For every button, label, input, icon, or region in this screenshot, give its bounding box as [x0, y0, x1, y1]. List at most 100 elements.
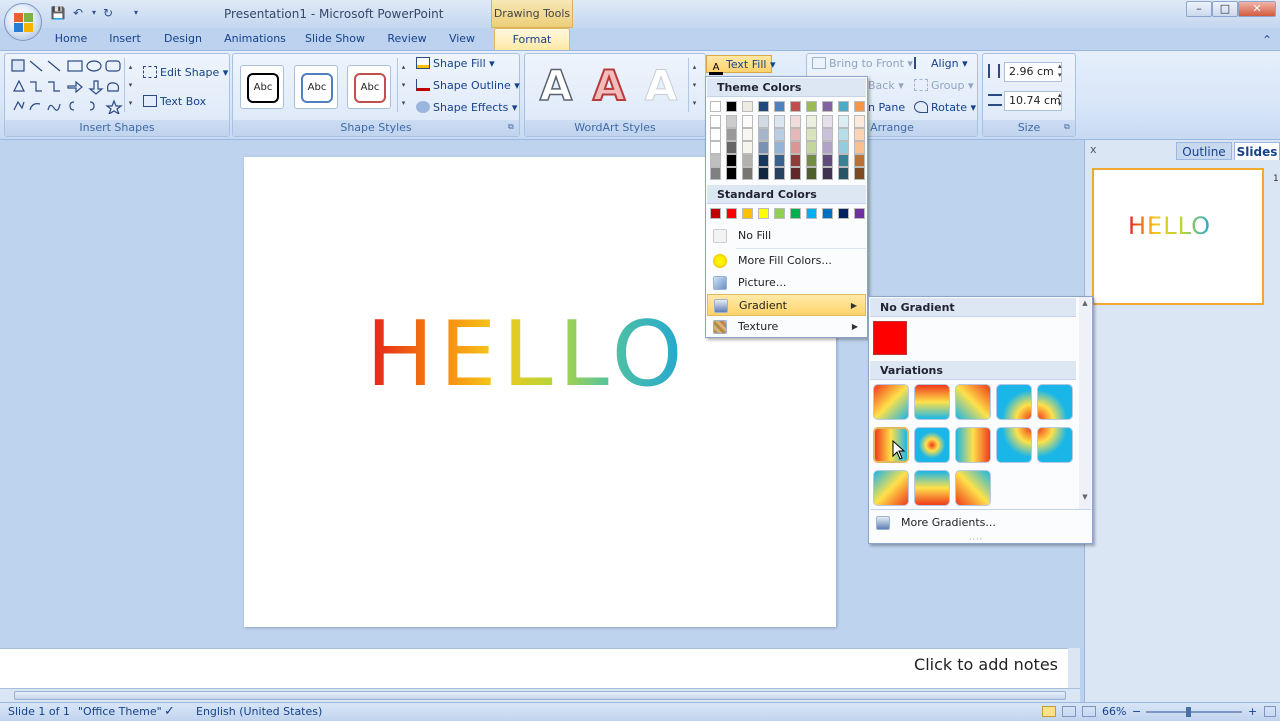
theme-color-swatch[interactable]: [822, 101, 833, 112]
theme-color-swatch[interactable]: [774, 101, 785, 112]
theme-color-swatch[interactable]: [726, 115, 737, 128]
shape-styles-launcher-icon[interactable]: ⧉: [508, 122, 514, 132]
theme-color-swatch[interactable]: [854, 128, 865, 141]
tab-insert[interactable]: Insert: [102, 28, 148, 50]
gradient-scrollbar[interactable]: ▲ ▼: [1079, 297, 1091, 509]
pane-close-icon[interactable]: x: [1090, 143, 1097, 156]
standard-color-swatch[interactable]: [854, 208, 865, 219]
standard-color-swatch[interactable]: [806, 208, 817, 219]
theme-color-swatch[interactable]: [726, 167, 737, 180]
theme-color-swatch[interactable]: [790, 128, 801, 141]
wordart-scroll[interactable]: ▴ ▾ ▾: [688, 58, 700, 112]
gradient-variation-9[interactable]: [996, 427, 1032, 463]
shape-effects-button[interactable]: Shape Effects ▾: [416, 101, 517, 114]
theme-color-swatch[interactable]: [710, 128, 721, 141]
size-launcher-icon[interactable]: ⧉: [1064, 122, 1070, 132]
theme-color-swatch[interactable]: [790, 101, 801, 112]
scroll-thumb[interactable]: [14, 691, 1066, 700]
theme-color-swatch[interactable]: [838, 154, 849, 167]
shapes-scroll[interactable]: ▴ ▾ ▾: [124, 58, 136, 112]
tab-review[interactable]: Review: [382, 28, 432, 50]
more-fill-colors-item[interactable]: More Fill Colors...: [707, 250, 866, 272]
width-spinner[interactable]: ▴ ▾: [1058, 91, 1062, 109]
language-indicator[interactable]: English (United States): [196, 703, 322, 721]
theme-color-swatch[interactable]: [742, 115, 753, 128]
notes-scrollbar[interactable]: [1068, 648, 1080, 688]
gradient-variation-4[interactable]: [996, 384, 1032, 420]
gradient-variation-3[interactable]: [955, 384, 991, 420]
shapes-gallery-icon[interactable]: [10, 58, 136, 114]
standard-color-swatch[interactable]: [726, 208, 737, 219]
shape-style-preset-1[interactable]: Abc: [240, 65, 284, 109]
theme-color-swatch[interactable]: [854, 101, 865, 112]
zoom-out-button[interactable]: −: [1132, 703, 1141, 721]
theme-color-swatch[interactable]: [742, 128, 753, 141]
theme-color-swatch[interactable]: [774, 128, 785, 141]
tab-outline[interactable]: Outline: [1176, 142, 1232, 160]
gradient-variation-12[interactable]: [914, 470, 950, 506]
theme-color-swatch[interactable]: [806, 167, 817, 180]
theme-color-swatch[interactable]: [838, 101, 849, 112]
theme-color-swatch[interactable]: [838, 115, 849, 128]
theme-color-swatch[interactable]: [758, 167, 769, 180]
rotate-button[interactable]: Rotate ▾: [914, 101, 976, 114]
wordart-preset-1[interactable]: A: [532, 60, 580, 112]
theme-color-swatch[interactable]: [774, 167, 785, 180]
theme-color-swatch[interactable]: [854, 154, 865, 167]
gradient-variation-5[interactable]: [1037, 384, 1073, 420]
theme-color-swatch[interactable]: [854, 167, 865, 180]
help-icon[interactable]: ⌃: [1262, 33, 1272, 47]
theme-color-swatch[interactable]: [790, 154, 801, 167]
standard-color-swatch[interactable]: [758, 208, 769, 219]
theme-color-swatch[interactable]: [758, 101, 769, 112]
gradient-variation-10[interactable]: [1037, 427, 1073, 463]
notes-pane[interactable]: [0, 648, 1068, 688]
shape-fill-button[interactable]: Shape Fill ▾: [416, 57, 495, 70]
fit-to-window-icon[interactable]: [1264, 706, 1276, 717]
tab-format[interactable]: Format: [494, 28, 570, 50]
theme-color-swatch[interactable]: [774, 154, 785, 167]
height-spinner[interactable]: ▴ ▾: [1058, 62, 1062, 80]
close-button[interactable]: ✕: [1238, 1, 1276, 17]
gradient-variation-13[interactable]: [955, 470, 991, 506]
theme-color-swatch[interactable]: [726, 141, 737, 154]
theme-color-swatch[interactable]: [774, 141, 785, 154]
picture-item[interactable]: Picture...: [707, 272, 866, 294]
standard-color-swatch[interactable]: [710, 208, 721, 219]
zoom-slider-handle[interactable]: [1186, 707, 1191, 717]
edit-shape-button[interactable]: Edit Shape ▾: [143, 66, 228, 79]
theme-color-swatch[interactable]: [710, 101, 721, 112]
resize-grip-icon[interactable]: ····: [969, 535, 983, 544]
theme-color-swatch[interactable]: [806, 101, 817, 112]
tab-slides[interactable]: Slides: [1234, 142, 1280, 160]
wordart-preset-2[interactable]: A: [585, 60, 633, 112]
zoom-in-button[interactable]: +: [1248, 703, 1257, 721]
gradient-variation-11[interactable]: [873, 470, 909, 506]
selection-pane-button[interactable]: n Pane: [868, 101, 905, 114]
shape-height-input[interactable]: 2.96 cm: [1004, 62, 1062, 82]
bring-to-front-button[interactable]: Bring to Front ▾: [812, 57, 913, 70]
shape-outline-button[interactable]: Shape Outline ▾: [416, 79, 520, 92]
text-box-button[interactable]: Text Box: [143, 95, 206, 108]
theme-color-swatch[interactable]: [822, 167, 833, 180]
theme-color-swatch[interactable]: [806, 141, 817, 154]
standard-color-swatch[interactable]: [838, 208, 849, 219]
theme-color-swatch[interactable]: [742, 167, 753, 180]
shape-width-input[interactable]: 10.74 cm: [1004, 91, 1062, 111]
shape-style-preset-2[interactable]: Abc: [294, 65, 338, 109]
zoom-level[interactable]: 66%: [1102, 703, 1126, 721]
standard-color-swatch[interactable]: [774, 208, 785, 219]
theme-color-swatch[interactable]: [742, 101, 753, 112]
tab-slide-show[interactable]: Slide Show: [300, 28, 370, 50]
horizontal-scrollbar[interactable]: [0, 688, 1080, 702]
more-gradients-item[interactable]: More Gradients...: [870, 512, 1091, 534]
theme-color-swatch[interactable]: [822, 115, 833, 128]
theme-color-swatch[interactable]: [854, 115, 865, 128]
theme-color-swatch[interactable]: [854, 141, 865, 154]
office-button[interactable]: [4, 3, 42, 41]
redo-icon[interactable]: ↻: [100, 6, 116, 20]
spell-check-icon[interactable]: ✓: [164, 703, 175, 721]
theme-color-swatch[interactable]: [790, 167, 801, 180]
theme-color-swatch[interactable]: [742, 141, 753, 154]
standard-color-swatch[interactable]: [822, 208, 833, 219]
